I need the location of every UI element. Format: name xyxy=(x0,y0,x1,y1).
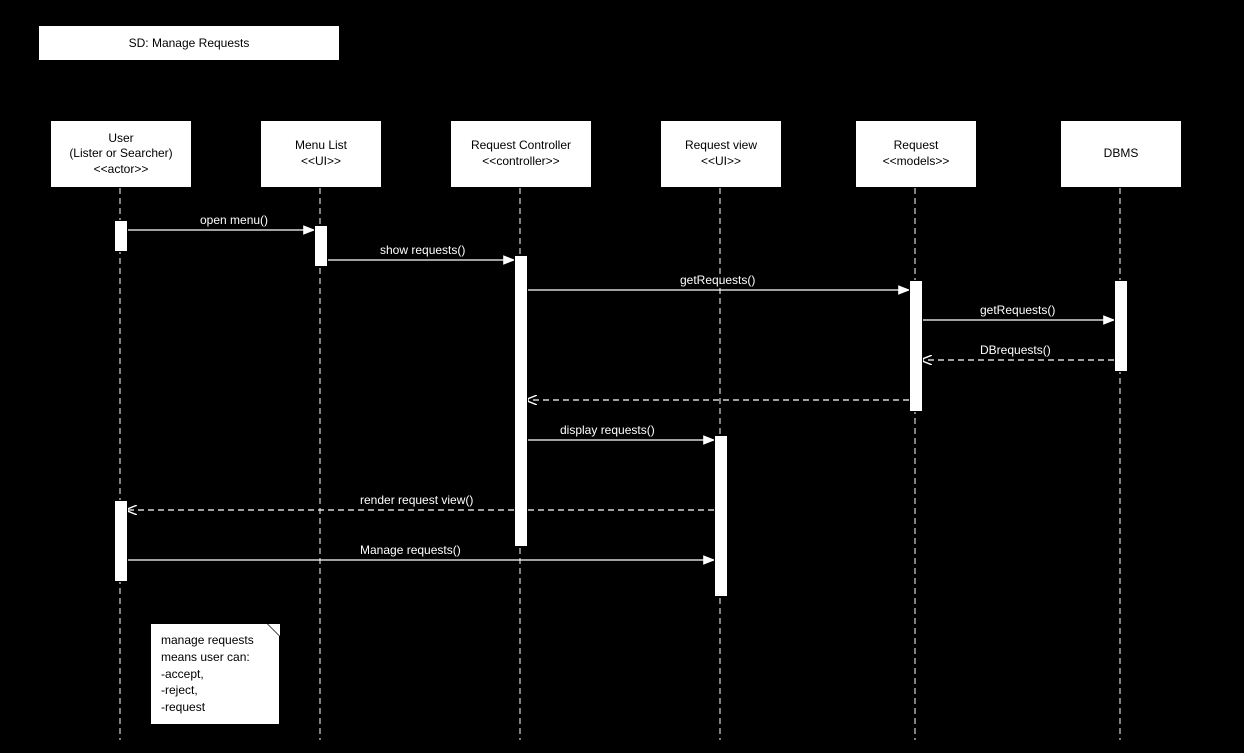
activation-view xyxy=(714,435,728,597)
activation-menu xyxy=(314,225,328,267)
activation-user-1 xyxy=(114,220,128,252)
sequence-diagram: SD: Manage Requests User (Lister or Sear… xyxy=(0,0,1244,753)
activation-model xyxy=(909,280,923,412)
msg-db-requests-label: DBrequests() xyxy=(980,343,1051,357)
msg-display-requests-label: display requests() xyxy=(560,423,655,437)
msg-show-requests-label: show requests() xyxy=(380,243,465,257)
msg-open-menu-label: open menu() xyxy=(200,213,268,227)
note-manage-requests: manage requests means user can: -accept,… xyxy=(150,623,280,725)
msg-manage-requests-label: Manage requests() xyxy=(360,543,461,557)
msg-render-view-label: render request view() xyxy=(360,493,473,507)
activation-dbms xyxy=(1114,280,1128,372)
msg-get-requests-1-label: getRequests() xyxy=(680,273,755,287)
activation-controller xyxy=(514,255,528,547)
msg-get-requests-2-label: getRequests() xyxy=(980,303,1055,317)
activation-user-2 xyxy=(114,500,128,582)
